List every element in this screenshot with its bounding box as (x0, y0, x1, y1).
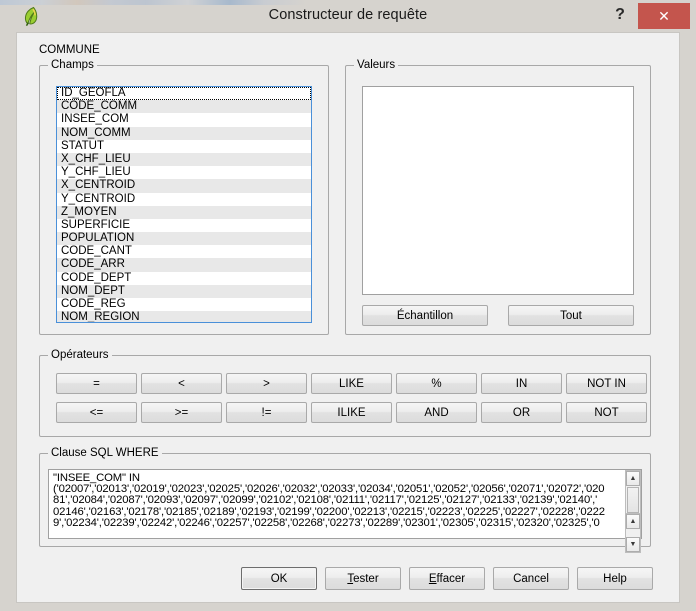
clear-rest: ffacer (437, 573, 466, 585)
test-rest: ester (353, 573, 379, 585)
test-button[interactable]: Tester (325, 567, 401, 590)
operator-button-and[interactable]: AND (396, 402, 477, 423)
title-bar: Constructeur de requête ? ✕ (0, 0, 696, 32)
close-button[interactable]: ✕ (638, 3, 690, 29)
ok-button[interactable]: OK (241, 567, 317, 590)
dialog-client-area: COMMUNE Champs ID_GEOFLACODE_COMMINSEE_C… (16, 32, 680, 559)
help-button[interactable]: Help (577, 567, 653, 590)
fields-list[interactable]: ID_GEOFLACODE_COMMINSEE_COMNOM_COMMSTATU… (56, 86, 312, 323)
operator-button-percent[interactable]: % (396, 373, 477, 394)
sql-where-editor[interactable]: "INSEE_COM" IN ('02007','02013','02019',… (48, 469, 642, 539)
layer-name-label: COMMUNE (39, 44, 100, 56)
operator-button-or[interactable]: OR (481, 402, 562, 423)
help-question-icon[interactable]: ? (610, 4, 630, 26)
operator-button-less-equal[interactable]: <= (56, 402, 137, 423)
window-title: Constructeur de requête (0, 7, 696, 23)
operator-button-greater-equal[interactable]: >= (141, 402, 222, 423)
operator-button-less-than[interactable]: < (141, 373, 222, 394)
scrollbar-thumb[interactable] (627, 487, 639, 513)
operator-button-ilike[interactable]: ILIKE (311, 402, 392, 423)
field-list-item[interactable]: NOM_DEPT (57, 285, 311, 298)
clear-accel: E (429, 573, 437, 585)
operator-button-not-equal[interactable]: != (226, 402, 307, 423)
scroll-up-icon-inner[interactable]: ▲ (626, 514, 640, 529)
desktop-background-strip (0, 0, 696, 5)
operator-button-in[interactable]: IN (481, 373, 562, 394)
operator-button-equals[interactable]: = (56, 373, 137, 394)
sql-editor-scrollbar-inner[interactable]: ▲ ▼ (625, 513, 641, 553)
sample-values-button[interactable]: Échantillon (362, 305, 488, 326)
operators-groupbox: Opérateurs (39, 355, 651, 437)
field-list-item[interactable]: CODE_DEPT (57, 272, 311, 285)
field-list-item[interactable]: CODE_ARR (57, 258, 311, 271)
scroll-down-icon-inner[interactable]: ▼ (626, 537, 640, 552)
operators-group-legend: Opérateurs (48, 349, 112, 361)
values-list[interactable] (362, 86, 634, 295)
fields-group-legend: Champs (48, 59, 97, 71)
operator-button-greater-than[interactable]: > (226, 373, 307, 394)
field-list-item[interactable]: NOM_COMM (57, 127, 311, 140)
clear-button-label: Effacer (429, 573, 465, 585)
test-button-label: Tester (347, 573, 378, 585)
field-list-item[interactable]: CODE_CANT (57, 245, 311, 258)
field-list-item[interactable]: INSEE_COM (57, 113, 311, 126)
all-values-button[interactable]: Tout (508, 305, 634, 326)
close-icon: ✕ (638, 3, 690, 29)
sql-where-text: "INSEE_COM" IN ('02007','02013','02019',… (53, 473, 609, 529)
field-list-item[interactable]: X_CENTROID (57, 179, 311, 192)
field-list-item[interactable]: ID_GEOFLA (57, 87, 311, 100)
cancel-button[interactable]: Cancel (493, 567, 569, 590)
field-list-item[interactable]: Y_CHF_LIEU (57, 166, 311, 179)
field-list-item[interactable]: POPULATION (57, 232, 311, 245)
field-list-item[interactable]: CODE_COMM (57, 100, 311, 113)
operator-button-not[interactable]: NOT (566, 402, 647, 423)
operator-button-like[interactable]: LIKE (311, 373, 392, 394)
field-list-item[interactable]: NOM_REGION (57, 311, 311, 323)
operator-button-not-in[interactable]: NOT IN (566, 373, 647, 394)
values-group-legend: Valeurs (354, 59, 398, 71)
field-list-item[interactable]: CODE_REG (57, 298, 311, 311)
scroll-up-icon[interactable]: ▲ (626, 471, 640, 486)
sql-where-group-legend: Clause SQL WHERE (48, 447, 162, 459)
field-list-item[interactable]: SUPERFICIE (57, 219, 311, 232)
dialog-button-bar: OK Tester Effacer Cancel Help (16, 559, 680, 603)
field-list-item[interactable]: Y_CENTROID (57, 193, 311, 206)
field-list-item[interactable]: Z_MOYEN (57, 206, 311, 219)
clear-button[interactable]: Effacer (409, 567, 485, 590)
field-list-item[interactable]: X_CHF_LIEU (57, 153, 311, 166)
field-list-item[interactable]: STATUT (57, 140, 311, 153)
